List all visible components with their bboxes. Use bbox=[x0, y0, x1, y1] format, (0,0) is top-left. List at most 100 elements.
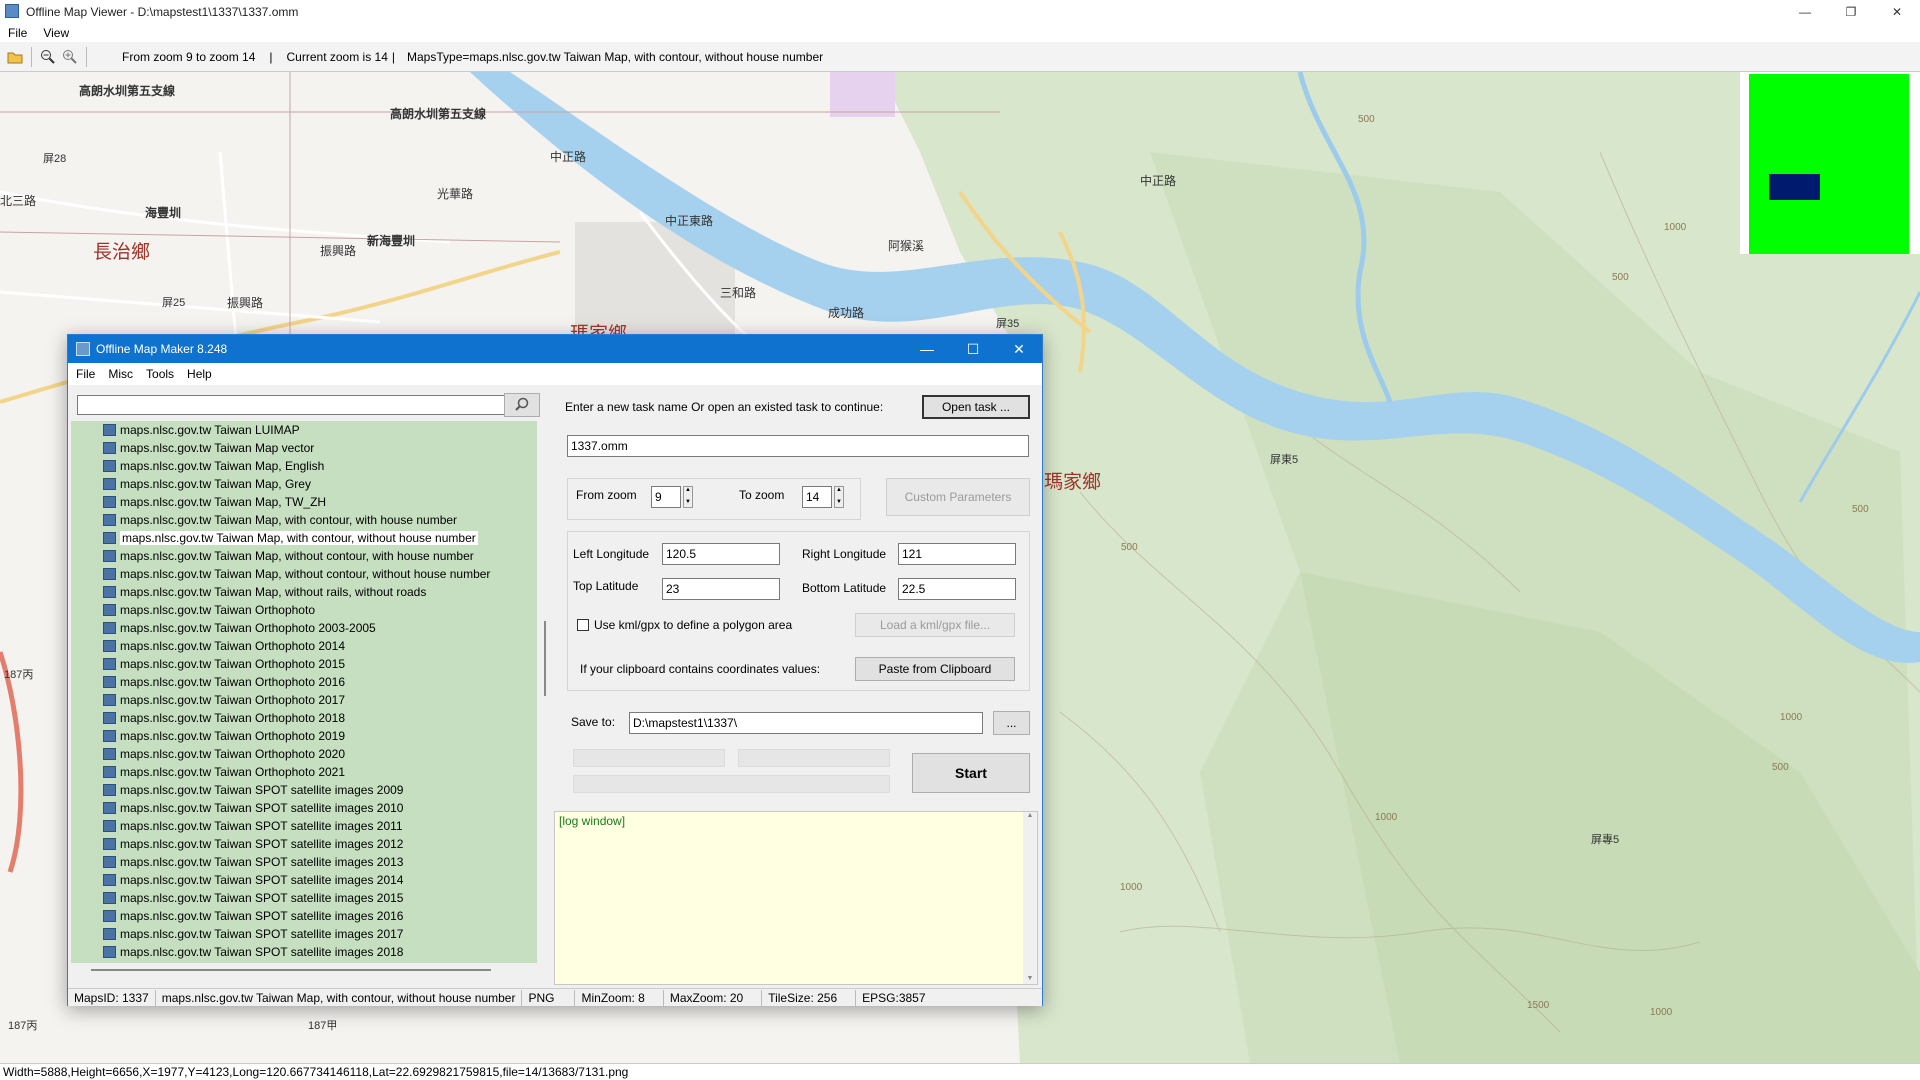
custom-parameters-button[interactable]: Custom Parameters bbox=[886, 478, 1030, 516]
paste-clipboard-button[interactable]: Paste from Clipboard bbox=[855, 657, 1015, 681]
map-tile-icon bbox=[103, 784, 116, 796]
dialog-menu-file[interactable]: File bbox=[76, 367, 95, 381]
map-list-item[interactable]: maps.nlsc.gov.tw Taiwan LUIMAP bbox=[103, 421, 300, 439]
map-label: 成功路 bbox=[828, 306, 865, 320]
dialog-menu-tools[interactable]: Tools bbox=[146, 367, 174, 381]
search-button[interactable] bbox=[504, 393, 540, 417]
list-scrollbar[interactable] bbox=[540, 421, 550, 963]
map-list-item[interactable]: maps.nlsc.gov.tw Taiwan SPOT satellite i… bbox=[103, 871, 403, 889]
map-list-item-label: maps.nlsc.gov.tw Taiwan LUIMAP bbox=[120, 423, 300, 437]
map-list-item[interactable]: maps.nlsc.gov.tw Taiwan Orthophoto 2003-… bbox=[103, 619, 376, 637]
map-list-item[interactable]: maps.nlsc.gov.tw Taiwan Orthophoto 2017 bbox=[103, 691, 345, 709]
map-list-item[interactable]: maps.nlsc.gov.tw Taiwan Map, with contou… bbox=[103, 511, 457, 529]
map-list-item[interactable]: maps.nlsc.gov.tw Taiwan Map vector bbox=[103, 439, 314, 457]
dialog-menu-help[interactable]: Help bbox=[187, 367, 212, 381]
current-zoom-text: Current zoom is 14 bbox=[286, 49, 388, 64]
map-label: 屏東5 bbox=[1270, 454, 1299, 466]
map-label: 光華路 bbox=[437, 187, 474, 201]
minimize-icon[interactable]: — bbox=[1782, 0, 1828, 23]
dialog-close-icon[interactable]: ✕ bbox=[996, 335, 1042, 363]
save-to-input[interactable]: D:\mapstest1\1337\ bbox=[629, 712, 983, 734]
menu-view[interactable]: View bbox=[43, 26, 69, 40]
map-label: 中正路 bbox=[550, 150, 587, 164]
right-longitude-input[interactable]: 121 bbox=[898, 543, 1016, 565]
bottom-latitude-input[interactable]: 22.5 bbox=[898, 578, 1016, 600]
map-label: 高朗水圳第五支線 bbox=[79, 84, 176, 98]
map-tile-icon bbox=[103, 424, 116, 436]
log-window[interactable]: [log window] ▲ ▼ bbox=[554, 811, 1038, 985]
map-label: 瑪家鄉 bbox=[1044, 472, 1102, 493]
map-type-list[interactable]: maps.nlsc.gov.tw Taiwan LUIMAP maps.nlsc.… bbox=[71, 421, 537, 963]
top-latitude-input[interactable]: 23 bbox=[662, 578, 780, 600]
open-folder-icon[interactable] bbox=[4, 46, 26, 68]
close-icon[interactable]: ✕ bbox=[1874, 0, 1920, 23]
save-to-label: Save to: bbox=[571, 715, 616, 729]
map-label: 三和路 bbox=[720, 286, 757, 300]
load-kml-button[interactable]: Load a kml/gpx file... bbox=[855, 613, 1015, 637]
left-longitude-input[interactable]: 120.5 bbox=[662, 543, 780, 565]
map-list-item[interactable]: maps.nlsc.gov.tw Taiwan Map, without rai… bbox=[103, 583, 426, 601]
browse-button[interactable]: ... bbox=[993, 711, 1030, 735]
map-list-item[interactable]: maps.nlsc.gov.tw Taiwan SPOT satellite i… bbox=[103, 889, 403, 907]
status-map-name: maps.nlsc.gov.tw Taiwan Map, with contou… bbox=[156, 989, 523, 1006]
kml-checkbox[interactable] bbox=[577, 619, 589, 631]
map-list-item[interactable]: maps.nlsc.gov.tw Taiwan Map, Grey bbox=[103, 475, 311, 493]
map-label: 海豐圳 bbox=[145, 206, 182, 220]
map-tile-icon bbox=[103, 658, 116, 670]
list-hscrollbar[interactable] bbox=[71, 965, 537, 975]
from-zoom-spinner[interactable]: ▲ ▼ bbox=[683, 486, 693, 508]
log-scrollbar[interactable]: ▲ ▼ bbox=[1023, 812, 1037, 984]
map-list-item[interactable]: maps.nlsc.gov.tw Taiwan Orthophoto 2021 bbox=[103, 763, 345, 781]
map-list-item[interactable]: maps.nlsc.gov.tw Taiwan Orthophoto 2018 bbox=[103, 709, 345, 727]
dialog-maximize-icon[interactable]: ☐ bbox=[950, 335, 996, 363]
map-list-item[interactable]: maps.nlsc.gov.tw Taiwan Orthophoto 2020 bbox=[103, 745, 345, 763]
map-list-item-label: maps.nlsc.gov.tw Taiwan Orthophoto 2020 bbox=[120, 747, 346, 761]
right-longitude-label: Right Longitude bbox=[802, 547, 887, 561]
to-zoom-label: To zoom bbox=[739, 488, 785, 502]
map-list-item[interactable]: maps.nlsc.gov.tw Taiwan Orthophoto 2015 bbox=[103, 655, 345, 673]
map-tile-icon bbox=[103, 442, 116, 454]
from-zoom-input[interactable]: 9 bbox=[651, 486, 681, 508]
menu-file[interactable]: File bbox=[8, 26, 27, 40]
map-list-item[interactable]: maps.nlsc.gov.tw Taiwan Orthophoto 2019 bbox=[103, 727, 345, 745]
start-button[interactable]: Start bbox=[912, 753, 1030, 793]
map-list-item-label: maps.nlsc.gov.tw Taiwan Orthophoto 2003-… bbox=[120, 621, 376, 635]
dialog-minimize-icon[interactable]: — bbox=[904, 335, 950, 363]
map-label: 振興路 bbox=[227, 296, 264, 310]
zoom-out-icon[interactable] bbox=[37, 46, 59, 68]
map-list-item[interactable]: maps.nlsc.gov.tw Taiwan Orthophoto 2016 bbox=[103, 673, 345, 691]
map-list-item[interactable]: maps.nlsc.gov.tw Taiwan Orthophoto 2014 bbox=[103, 637, 345, 655]
task-name-input[interactable]: 1337.omm bbox=[567, 435, 1029, 457]
map-list-item[interactable]: maps.nlsc.gov.tw Taiwan SPOT satellite i… bbox=[103, 799, 403, 817]
map-label: 長治鄉 bbox=[93, 242, 151, 263]
map-list-item[interactable]: maps.nlsc.gov.tw Taiwan SPOT satellite i… bbox=[103, 907, 403, 925]
map-tile-icon bbox=[103, 766, 116, 778]
map-list-item[interactable]: maps.nlsc.gov.tw Taiwan Orthophoto bbox=[103, 601, 315, 619]
map-list-item[interactable]: maps.nlsc.gov.tw Taiwan SPOT satellite i… bbox=[103, 817, 403, 835]
open-task-button[interactable]: Open task ... bbox=[922, 395, 1030, 419]
dialog-title-bar[interactable]: Offline Map Maker 8.248 — ☐ ✕ bbox=[68, 335, 1042, 363]
status-format: PNG bbox=[522, 989, 576, 1006]
status-epsg: EPSG:3857 bbox=[862, 990, 926, 1005]
to-zoom-input[interactable]: 14 bbox=[802, 486, 832, 508]
map-list-item[interactable]: maps.nlsc.gov.tw Taiwan Map, TW_ZH bbox=[103, 493, 326, 511]
map-list-item[interactable]: maps.nlsc.gov.tw Taiwan SPOT satellite i… bbox=[103, 781, 403, 799]
map-search-input[interactable] bbox=[77, 395, 509, 415]
map-list-item-label: maps.nlsc.gov.tw Taiwan Orthophoto 2021 bbox=[120, 765, 346, 779]
restore-icon[interactable]: ❐ bbox=[1828, 0, 1874, 23]
map-label: 187甲 bbox=[308, 1020, 338, 1032]
map-list-item[interactable]: maps.nlsc.gov.tw Taiwan SPOT satellite i… bbox=[103, 925, 403, 943]
map-list-item[interactable]: maps.nlsc.gov.tw Taiwan Map, without con… bbox=[103, 547, 474, 565]
map-list-item[interactable]: maps.nlsc.gov.tw Taiwan SPOT satellite i… bbox=[103, 853, 403, 871]
map-list-item[interactable]: maps.nlsc.gov.tw Taiwan SPOT satellite i… bbox=[103, 835, 403, 853]
map-list-item[interactable]: maps.nlsc.gov.tw Taiwan Map, with contou… bbox=[103, 529, 478, 547]
status-maps-id: MapsID: 1337 bbox=[68, 989, 156, 1006]
map-list-item[interactable]: maps.nlsc.gov.tw Taiwan Map, without con… bbox=[103, 565, 490, 583]
map-list-item[interactable]: maps.nlsc.gov.tw Taiwan Map, English bbox=[103, 457, 324, 475]
map-list-item-label: maps.nlsc.gov.tw Taiwan Map, without con… bbox=[120, 567, 491, 581]
map-tile-icon bbox=[103, 622, 116, 634]
zoom-in-icon[interactable] bbox=[59, 46, 81, 68]
to-zoom-spinner[interactable]: ▲ ▼ bbox=[834, 486, 844, 508]
map-list-item[interactable]: maps.nlsc.gov.tw Taiwan SPOT satellite i… bbox=[103, 943, 403, 961]
dialog-menu-misc[interactable]: Misc bbox=[108, 367, 133, 381]
